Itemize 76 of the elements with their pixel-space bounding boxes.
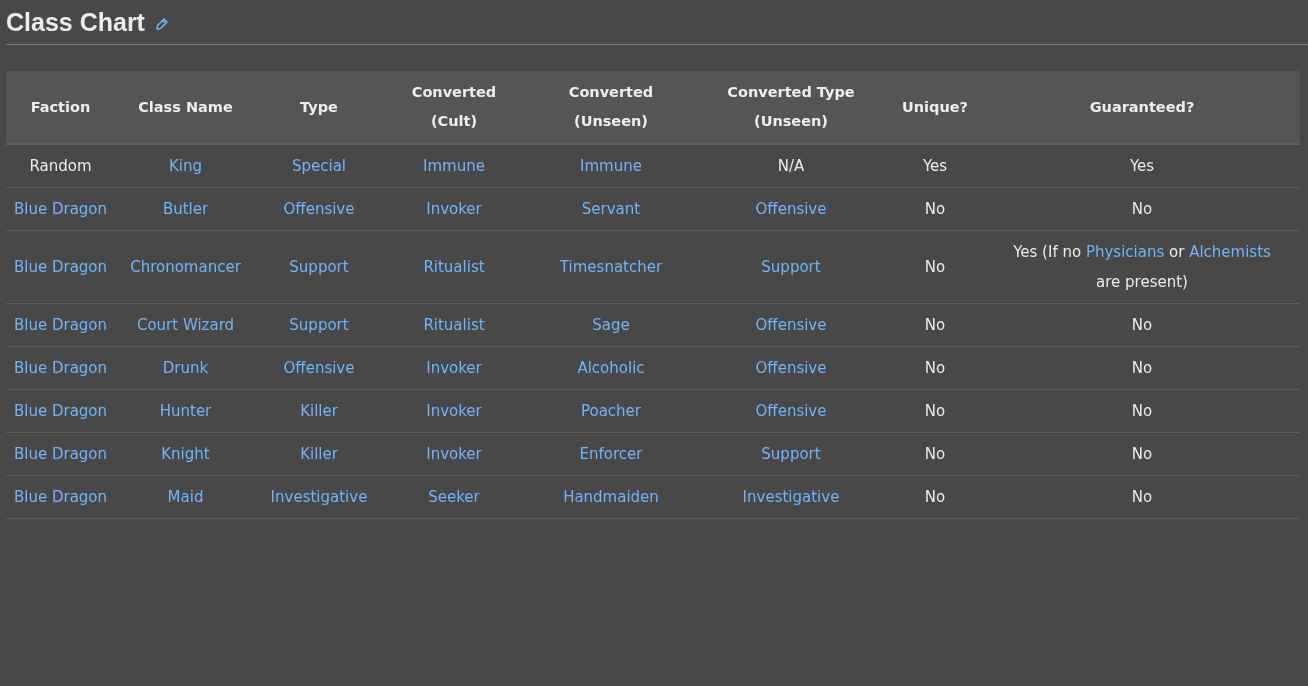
table-link[interactable]: Support <box>289 316 349 334</box>
table-link[interactable]: Offensive <box>283 200 355 218</box>
column-header: Converted (Unseen) <box>526 71 696 144</box>
table-link[interactable]: Knight <box>161 445 210 463</box>
table-link[interactable]: Killer <box>300 402 338 420</box>
page-title: Class Chart <box>6 7 145 37</box>
table-link[interactable]: Poacher <box>581 402 641 420</box>
table-cell: No <box>924 200 946 218</box>
column-header: Type <box>256 71 382 144</box>
table-link[interactable]: Court Wizard <box>136 316 235 334</box>
table-link[interactable]: Servant <box>581 200 641 218</box>
table-cell: No <box>1131 445 1153 463</box>
table-cell: No <box>1131 359 1153 377</box>
table-link[interactable]: Killer <box>300 445 338 463</box>
table-link[interactable]: Support <box>289 258 349 276</box>
table-link[interactable]: Offensive <box>755 402 827 420</box>
table-link[interactable]: Blue Dragon <box>13 488 108 506</box>
table-cell: No <box>924 402 946 420</box>
table-link[interactable]: Blue Dragon <box>13 445 108 463</box>
table-link[interactable]: Handmaiden <box>563 488 659 506</box>
table-link[interactable]: Invoker <box>426 402 482 420</box>
table-link[interactable]: Offensive <box>283 359 355 377</box>
table-link[interactable]: Investigative <box>270 488 368 506</box>
class-link[interactable]: Alchemists <box>1189 243 1271 261</box>
table-link[interactable]: Blue Dragon <box>13 258 108 276</box>
table-link[interactable]: Offensive <box>755 316 827 334</box>
table-link[interactable]: Butler <box>162 200 209 218</box>
table-cell: Random <box>29 157 92 175</box>
table-link[interactable]: Special <box>291 157 346 175</box>
table-link[interactable]: Blue Dragon <box>13 359 108 377</box>
table-link[interactable]: King <box>168 157 202 175</box>
table-link[interactable]: Offensive <box>755 200 827 218</box>
table-cell: No <box>1131 316 1153 334</box>
table-link[interactable]: Investigative <box>742 488 840 506</box>
table-link[interactable]: Immune <box>423 157 485 175</box>
table-link[interactable]: Invoker <box>426 359 482 377</box>
table-cell: No <box>924 359 946 377</box>
table-cell: No <box>924 316 946 334</box>
table-link[interactable]: Blue Dragon <box>13 402 108 420</box>
table-link[interactable]: Drunk <box>162 359 209 377</box>
table-cell: No <box>924 488 946 506</box>
table-link[interactable]: Invoker <box>426 445 482 463</box>
table-link[interactable]: Chronomancer <box>130 258 241 276</box>
class-link[interactable]: Physicians <box>1085 243 1165 261</box>
table-link[interactable]: Maid <box>167 488 204 506</box>
table-link[interactable]: Enforcer <box>579 445 643 463</box>
column-header: Class Name <box>115 71 256 144</box>
table-cell: Yes <box>1129 157 1155 175</box>
table-link[interactable]: Support <box>761 258 821 276</box>
table-cell: No <box>1131 402 1153 420</box>
table-cell: No <box>924 258 946 276</box>
column-header: Unique? <box>886 71 984 144</box>
table-link[interactable]: Offensive <box>755 359 827 377</box>
table-link[interactable]: Hunter <box>159 402 212 420</box>
table-link[interactable]: Sage <box>592 316 630 334</box>
table-cell: No <box>1131 488 1153 506</box>
table-link[interactable]: Support <box>761 445 821 463</box>
table-link[interactable]: Immune <box>580 157 642 175</box>
column-header: Converted (Cult) <box>382 71 526 144</box>
table-link[interactable]: Ritualist <box>423 316 485 334</box>
table-cell: N/A <box>777 157 805 175</box>
table-link[interactable]: Seeker <box>428 488 480 506</box>
table-cell: No <box>924 445 946 463</box>
table-cell: Yes (If no Physicians or Alchemists are present) <box>1013 243 1271 291</box>
table-link[interactable]: Blue Dragon <box>13 200 108 218</box>
column-header: Guaranteed? <box>984 71 1300 144</box>
pencil-icon[interactable] <box>154 17 169 31</box>
column-header: Converted Type (Unseen) <box>696 71 886 144</box>
column-header: Faction <box>6 71 115 144</box>
table-link[interactable]: Blue Dragon <box>13 316 108 334</box>
table-cell: Yes <box>922 157 948 175</box>
table-link[interactable]: Ritualist <box>423 258 485 276</box>
table-link[interactable]: Alcoholic <box>577 359 645 377</box>
table-cell: No <box>1131 200 1153 218</box>
table-link[interactable]: Invoker <box>426 200 482 218</box>
table-link[interactable]: Timesnatcher <box>559 258 663 276</box>
